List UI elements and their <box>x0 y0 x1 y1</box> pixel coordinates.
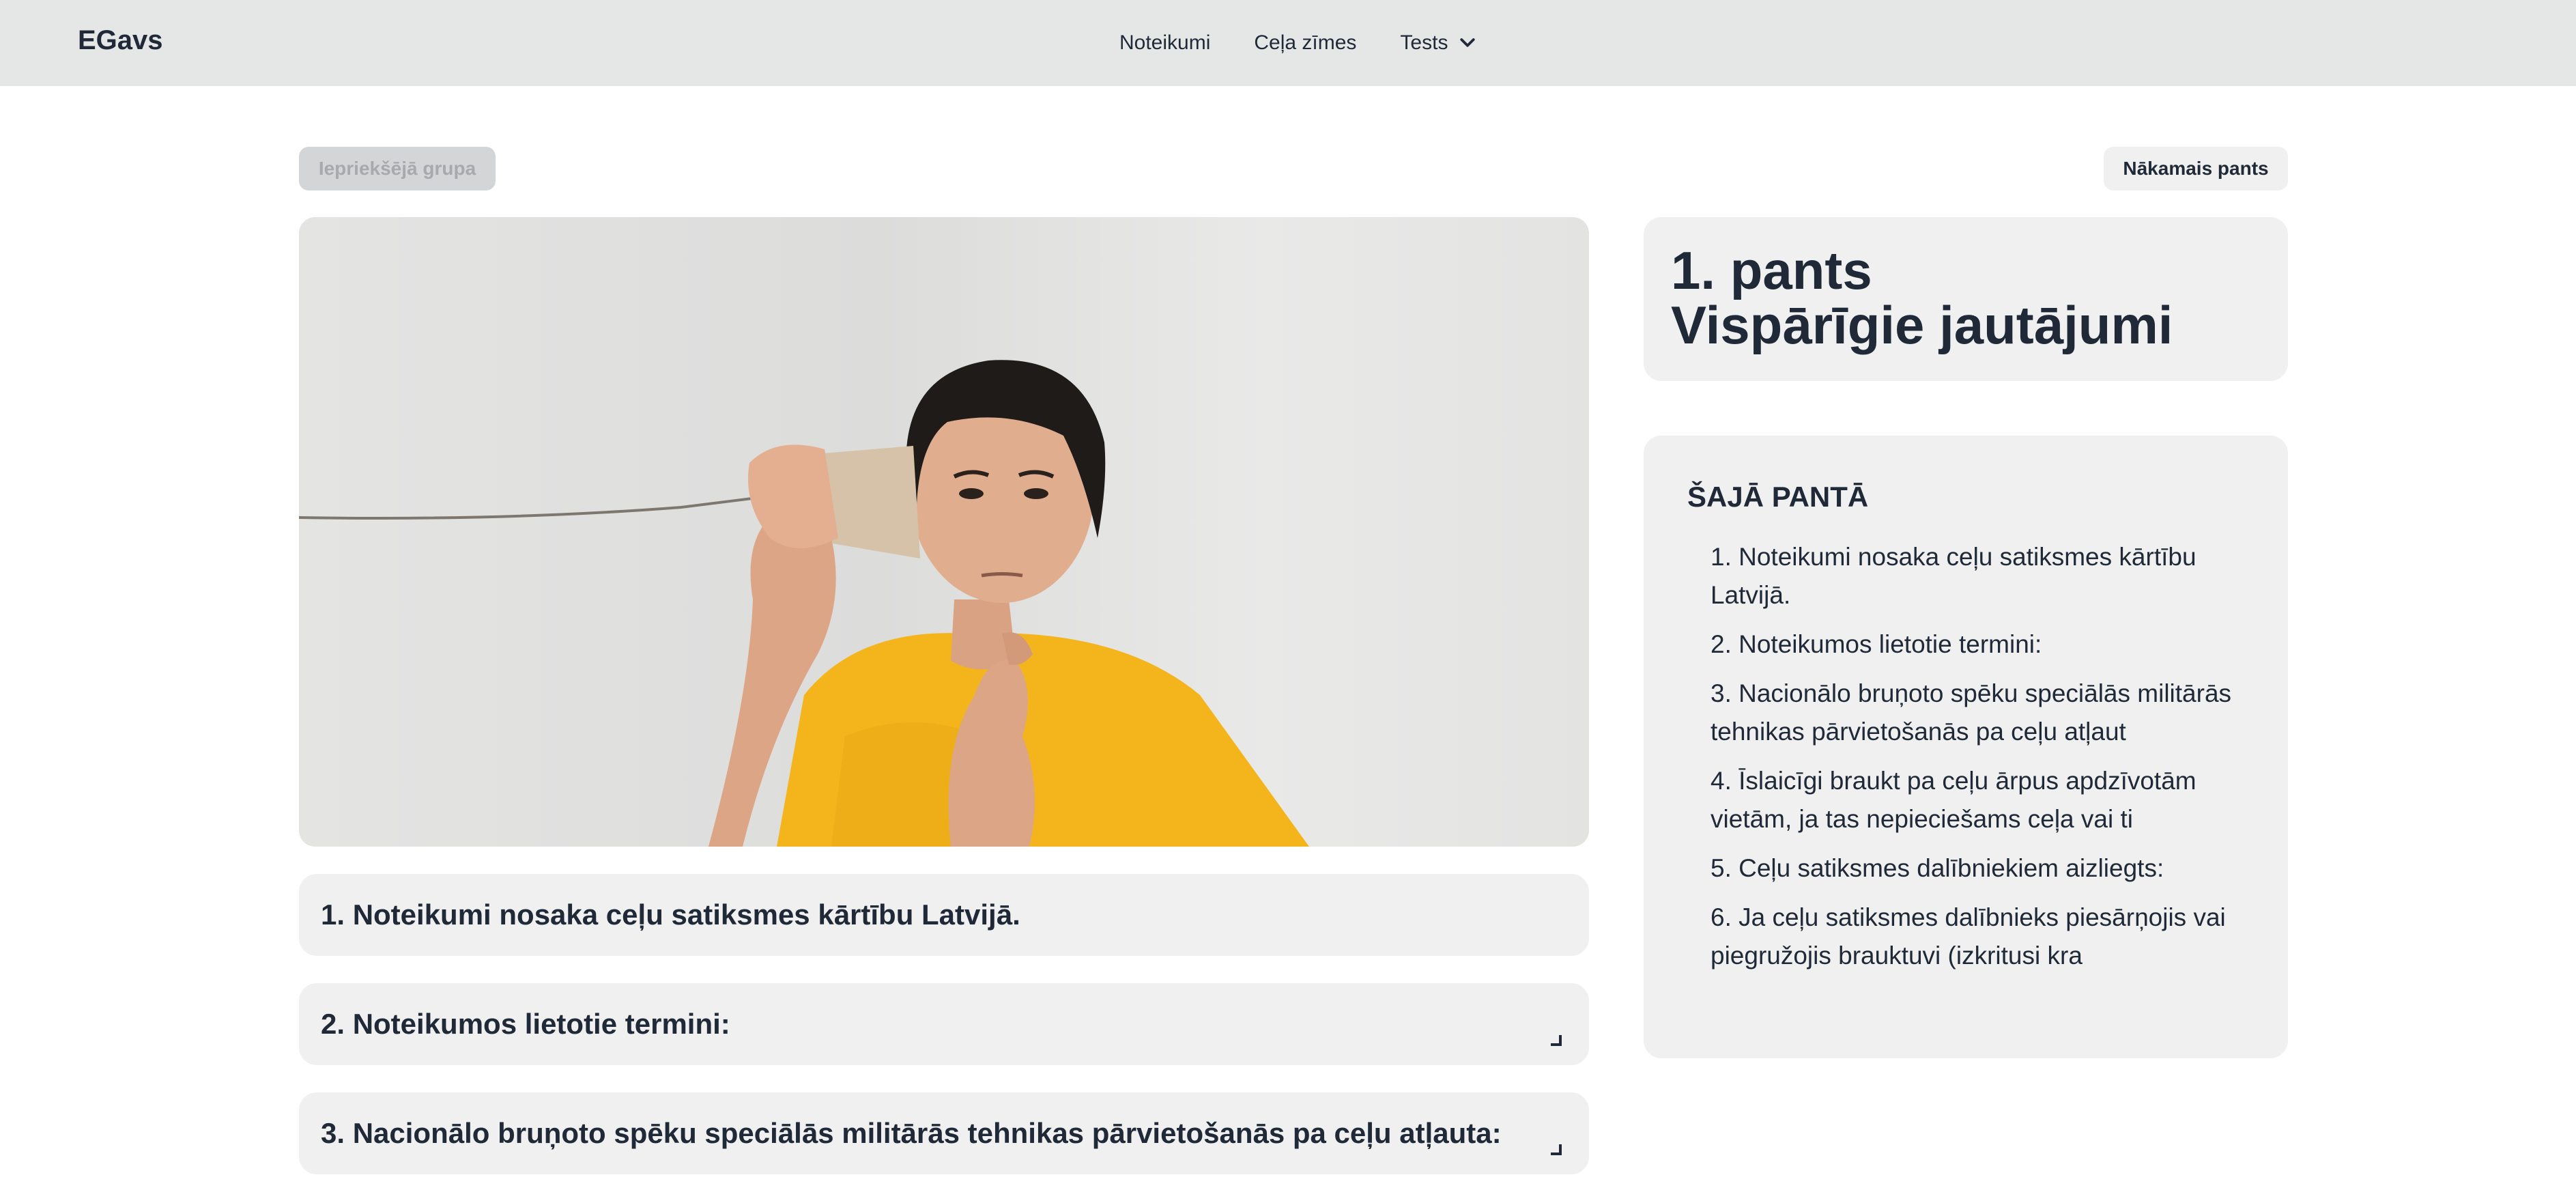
expand-corner-icon <box>1551 1144 1562 1155</box>
main-nav: Noteikumi Ceļa zīmes Tests <box>1119 0 1478 86</box>
section-accordion-3[interactable]: 3. Nacionālo bruņoto spēku speciālās mil… <box>299 1092 1589 1174</box>
brand-logo[interactable]: EGavs <box>78 0 163 86</box>
toc-item[interactable]: 1. Noteikumi nosaka ceļu satiksmes kārtī… <box>1711 538 2244 614</box>
toc-item[interactable]: 6. Ja ceļu satiksmes dalībnieks piesārņo… <box>1711 899 2244 975</box>
expand-corner-icon <box>1551 1035 1562 1046</box>
article-name: Vispārīgie jautājumi <box>1671 295 2173 355</box>
nav-item-label: Noteikumi <box>1119 31 1211 54</box>
section-title: 3. Nacionālo bruņoto spēku speciālās mil… <box>321 1117 1502 1149</box>
previous-group-button[interactable]: Iepriekšējā grupa <box>299 147 496 190</box>
article-hero-image <box>299 217 1589 847</box>
in-this-article-card: ŠAJĀ PANTĀ 1. Noteikumi nosaka ceļu sati… <box>1644 436 2288 1058</box>
toc-item[interactable]: 5. Ceļu satiksmes dalībniekiem aizliegts… <box>1711 849 2244 888</box>
nav-item-noteikumi[interactable]: Noteikumi <box>1119 31 1210 55</box>
article-number: 1. pants <box>1671 240 1872 300</box>
nav-item-label: Ceļa zīmes <box>1254 31 1357 54</box>
section-accordion-2[interactable]: 2. Noteikumos lietotie termini: <box>299 983 1589 1065</box>
toc-item[interactable]: 2. Noteikumos lietotie termini: <box>1711 625 2244 664</box>
nav-item-tests-dropdown[interactable]: Tests <box>1400 31 1478 55</box>
toc-list: 1. Noteikumi nosaka ceļu satiksmes kārtī… <box>1687 538 2244 975</box>
toc-heading: ŠAJĀ PANTĀ <box>1687 481 1869 513</box>
nav-item-cela-zimes[interactable]: Ceļa zīmes <box>1254 31 1356 55</box>
top-navbar: EGavs Noteikumi Ceļa zīmes Tests <box>0 0 2576 86</box>
next-article-button[interactable]: Nākamais pants <box>2104 147 2288 190</box>
section-title: 2. Noteikumos lietotie termini: <box>321 1008 730 1040</box>
article-title-card: 1. pants Vispārīgie jautājumi <box>1644 217 2288 381</box>
toc-item[interactable]: 4. Īslaicīgi braukt pa ceļu ārpus apdzīv… <box>1711 762 2244 838</box>
nav-item-label: Tests <box>1400 31 1448 54</box>
article-title: 1. pants Vispārīgie jautājumi <box>1671 243 2261 352</box>
section-accordion-1[interactable]: 1. Noteikumi nosaka ceļu satiksmes kārtī… <box>299 874 1589 956</box>
chevron-down-icon <box>1460 38 1476 47</box>
toc-item[interactable]: 3. Nacionālo bruņoto spēku speciālās mil… <box>1711 675 2244 751</box>
section-title: 1. Noteikumi nosaka ceļu satiksmes kārtī… <box>321 899 1020 931</box>
